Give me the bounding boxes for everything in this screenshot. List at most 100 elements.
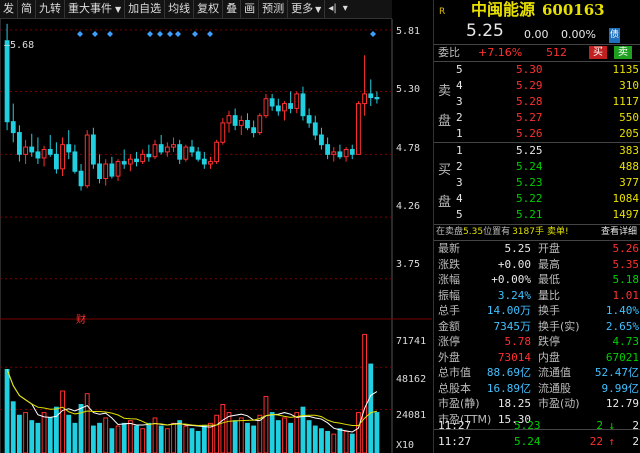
volume-bar: [140, 428, 146, 453]
notice-detail-link[interactable]: 查看详细: [601, 225, 637, 239]
bid-price: 5.22: [516, 192, 543, 205]
ask-level-num: 5: [456, 63, 463, 76]
bid-price: 5.25: [516, 144, 543, 157]
candle-body: [121, 161, 127, 165]
prev-high-value: 5.68: [10, 40, 35, 51]
bid-level-row[interactable]: 3 5.23 377: [434, 175, 640, 190]
axis-vol-label: 48162: [396, 374, 427, 385]
volume-bar: [66, 414, 72, 453]
toolbar-draw[interactable]: 画: [241, 0, 260, 18]
volume-bar: [337, 428, 343, 453]
arrow-down-icon: ↓: [608, 419, 615, 432]
volume-bar: [238, 417, 244, 453]
toolbar-adjust[interactable]: 复权: [194, 0, 224, 18]
toolbar-forecast[interactable]: 预测: [259, 0, 289, 18]
candle-body: [282, 103, 287, 112]
ask-level-num: 1: [456, 127, 463, 140]
stat-label: 流通值: [538, 366, 571, 379]
bid-volume: 1084: [612, 192, 640, 205]
tick-row: 11:27 5.23 2 ↓ 2: [434, 418, 640, 433]
tick-price: 5.23: [514, 419, 541, 432]
chevron-down-icon[interactable]: ▾: [340, 0, 351, 18]
bid-level-row[interactable]: 5 5.21 1497: [434, 207, 640, 222]
stat-label: 涨跌: [438, 257, 460, 271]
bid-level-num: 4: [456, 192, 463, 205]
toolbar-ma[interactable]: 均线: [165, 0, 195, 18]
candle-body: [368, 93, 374, 99]
toolbar-major-events[interactable]: 重大事件 ▼: [65, 0, 126, 18]
weibi-pct: +7.16%: [478, 46, 523, 59]
prev-high-label: —5.68: [4, 40, 35, 51]
candle-body: [66, 144, 72, 153]
ask-level-row[interactable]: 2 5.27 550: [434, 110, 640, 125]
stat-value: 5.18: [612, 273, 640, 286]
toolbar-jiuzhuan[interactable]: 九转: [36, 0, 65, 18]
candle-body: [343, 149, 349, 158]
candle-body: [140, 153, 146, 163]
stat-label: 最低: [538, 273, 560, 286]
notice-text: 在卖盘5.35位置有 3187手 卖单!: [436, 225, 569, 239]
bid-level-row[interactable]: 2 5.24 488: [434, 159, 640, 174]
toolbar-overlay[interactable]: 叠: [223, 0, 242, 18]
candle-body: [115, 161, 121, 177]
candle-body: [294, 93, 300, 109]
toolbar-fa[interactable]: 发: [0, 0, 18, 18]
event-diamond-icon: [107, 31, 113, 37]
candle-body: [325, 144, 331, 155]
stat-label: 最新: [438, 242, 460, 255]
volume-bar: [319, 428, 324, 453]
toolbar-add-watchlist[interactable]: 加自选: [125, 0, 166, 18]
stock-name: 中闽能源: [471, 0, 536, 19]
candle-body: [127, 158, 133, 165]
candle-body: [306, 115, 312, 124]
stat-label: 流通股: [538, 381, 571, 395]
stat-value: 5.25: [504, 242, 532, 255]
candle-body: [152, 144, 158, 158]
toolbar-more[interactable]: 更多 ▼: [288, 0, 326, 18]
stock-code: 600163: [542, 1, 605, 19]
ask-volume: 550: [619, 111, 639, 124]
pin-icon[interactable]: ◂|: [325, 0, 339, 18]
candle-body: [41, 149, 47, 159]
volume-bar: [368, 363, 374, 453]
volume-bar: [23, 412, 28, 453]
volume-bar: [47, 417, 53, 453]
stats-row: 涨跌 +0.00 最高 5.35: [434, 257, 640, 272]
toolbar-jian[interactable]: 简: [18, 0, 36, 18]
stat-value: 4.73: [612, 335, 640, 348]
buy-side-label-bottom: 盘: [438, 195, 452, 210]
notice-qty: 3187手: [512, 227, 544, 237]
bid-level-row[interactable]: 1 5.25 383: [434, 143, 640, 158]
stat-label: 最高: [538, 257, 560, 271]
buy-button[interactable]: 买: [589, 46, 607, 59]
stat-value: 73014: [497, 350, 531, 364]
ask-level-row[interactable]: 1 5.26 205: [434, 126, 640, 141]
ask-volume: 205: [619, 127, 639, 140]
stats-row: 外盘 73014 内盘 67021: [434, 350, 640, 365]
stat-value: 1.40%: [605, 304, 639, 317]
axis-price-label: 3.75: [396, 259, 421, 270]
arrow-up-icon: ↑: [608, 435, 615, 448]
ask-level-row[interactable]: 4 5.29 310: [434, 78, 640, 93]
last-price: 5.25: [466, 21, 504, 41]
kline-chart[interactable]: [0, 19, 432, 453]
candle-body: [10, 121, 16, 134]
ask-volume: 1117: [612, 95, 640, 108]
bid-level-row[interactable]: 4 5.22 1084: [434, 191, 640, 206]
event-diamond-icon: [167, 31, 173, 37]
ask-level-row[interactable]: 5 5.30 1135: [434, 62, 640, 77]
notice-post: 卖单!: [546, 227, 569, 237]
candle-body: [84, 134, 90, 187]
finance-marker[interactable]: 财: [76, 311, 86, 326]
volume-bar: [214, 414, 220, 453]
bond-tag[interactable]: 债: [609, 28, 621, 43]
ask-level-row[interactable]: 3 5.28 1117: [434, 94, 640, 109]
volume-bar: [109, 428, 115, 453]
stat-label: 开盘: [538, 242, 560, 255]
axis-price-label: 5.81: [396, 26, 421, 37]
sell-button[interactable]: 卖: [614, 46, 632, 59]
bid-level-num: 5: [456, 208, 463, 221]
candle-body: [374, 97, 380, 100]
candle-body: [245, 120, 250, 129]
volume-bar: [53, 406, 59, 453]
